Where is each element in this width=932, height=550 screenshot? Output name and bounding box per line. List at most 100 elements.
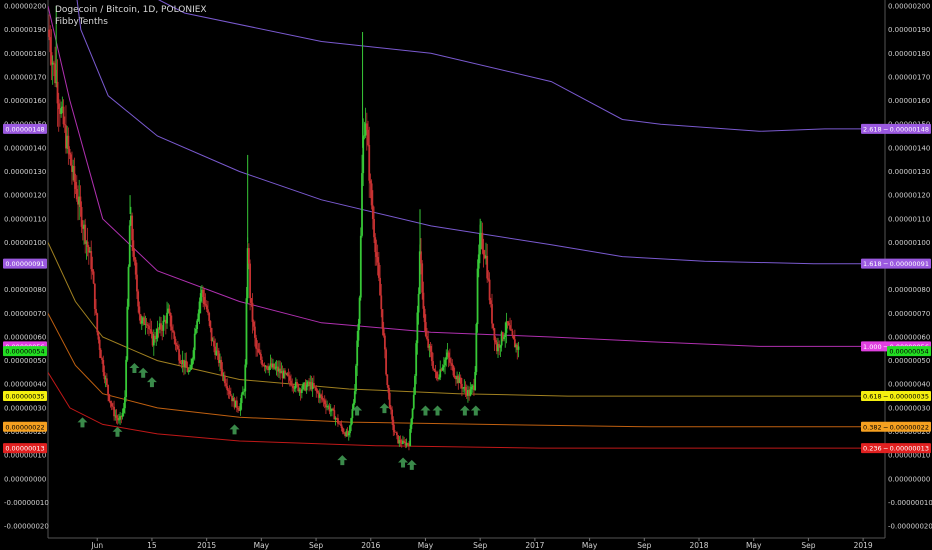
y-tick-label-right: 0.00000050 [888, 357, 930, 365]
candle-body [92, 271, 95, 284]
y-tick-label-right: 0.00000000 [888, 475, 930, 483]
price-tag-text: 1.618 ─ 0.00000091 [863, 260, 929, 268]
candle-body [375, 252, 378, 257]
candle-body [109, 400, 112, 404]
candle-body [451, 363, 454, 366]
candle-body [172, 330, 174, 333]
price-tag-text: 0.00000013 [5, 445, 44, 453]
candle-body [136, 274, 138, 292]
candle-body [195, 328, 197, 334]
price-tag-text: 2.618 ─ 0.00000148 [863, 125, 929, 133]
candle-body [305, 385, 308, 391]
candle-body [240, 394, 243, 404]
candle-body [438, 377, 440, 379]
candle-body [379, 277, 381, 296]
candle-body [462, 387, 465, 389]
candle-body [410, 418, 413, 429]
candle-body [367, 129, 369, 146]
y-tick-label-left: 0.00000110 [4, 215, 46, 223]
candle-body [512, 336, 515, 340]
candle-body [260, 353, 262, 360]
candle-body [314, 386, 316, 388]
fib-line-1-618 [48, 5, 885, 347]
price-tag-text: 0.00000054 [5, 348, 44, 356]
candle-body [132, 240, 135, 257]
y-tick-label-left: 0.00000180 [4, 50, 46, 58]
candle-body [292, 385, 295, 389]
y-tick-label-right: 0.00000030 [888, 404, 930, 412]
x-tick-label: May [418, 541, 434, 550]
candle-body [469, 389, 472, 396]
price-chart[interactable]: 0.00000200 0.00000200 0.00000190 0.00000190… [0, 0, 932, 550]
price-tag-text: 0.00000022 [5, 423, 44, 431]
candle-body [162, 320, 165, 331]
candle-body [373, 219, 375, 238]
candle-body [411, 408, 414, 419]
candle-body [450, 362, 452, 364]
candle-body [433, 368, 436, 371]
candle-body [432, 361, 434, 369]
candle-body [464, 386, 467, 391]
candle-body [227, 390, 230, 391]
candle-body [447, 352, 450, 358]
candle-body [126, 306, 129, 360]
candle-body [96, 313, 99, 333]
candle-body [441, 367, 444, 371]
candle-body [363, 135, 366, 137]
y-tick-label-left: 0.00000200 [4, 3, 46, 11]
candle-body [353, 391, 356, 403]
candle-body [452, 365, 455, 376]
candle-body [215, 350, 218, 356]
candle-body [243, 391, 245, 392]
candle-body [137, 291, 140, 307]
candle-body [250, 298, 253, 303]
candle-body [320, 394, 322, 397]
candle-body [341, 428, 344, 433]
y-tick-label-left: 0.00000040 [4, 381, 46, 389]
candle-body [290, 380, 292, 386]
candle-body [358, 297, 361, 324]
candle-body [155, 338, 158, 340]
candle-body [412, 394, 415, 409]
candle-body [507, 322, 510, 326]
candle-body [75, 188, 78, 200]
candle-body [333, 410, 336, 420]
candle-body [113, 406, 115, 417]
candle-body [261, 359, 264, 365]
y-tick-label-left: 0.00000170 [4, 73, 46, 81]
candle-body [486, 255, 489, 279]
y-tick-label-right: 0.00000070 [888, 310, 930, 318]
candle-body [487, 278, 490, 280]
candle-body [284, 370, 286, 374]
x-tick-label: 2015 [197, 541, 216, 550]
x-tick-label: May [254, 541, 270, 550]
candle-body [79, 196, 82, 208]
candle-body [179, 360, 182, 363]
candle-body [350, 418, 353, 426]
candle-body [374, 237, 377, 253]
candle-body [291, 385, 294, 386]
candle-body [424, 322, 427, 337]
candle-body [357, 323, 360, 341]
candle-body [434, 370, 437, 373]
candle-body [80, 207, 83, 227]
candle-body [253, 326, 256, 338]
up-arrow-icon [337, 455, 348, 466]
candle-body [138, 306, 141, 315]
up-arrow-icon [398, 457, 409, 468]
y-tick-label-right: 0.00000040 [888, 381, 930, 389]
plot-area [48, 0, 885, 470]
candle-body [257, 349, 260, 353]
price-tag-text: 0.382 ─ 0.00000022 [863, 423, 929, 431]
candle-body [198, 301, 201, 314]
x-tick-label: May [582, 541, 598, 550]
candle-body [237, 407, 239, 410]
candle-body [235, 400, 238, 408]
indicator-label: FibbyTenths [55, 17, 108, 27]
candle-body [392, 419, 395, 431]
candle-body [429, 345, 432, 352]
candle-body [359, 235, 362, 298]
x-tick-label: Jun [90, 541, 103, 550]
candle-body [108, 394, 111, 401]
candle-body [296, 381, 298, 385]
